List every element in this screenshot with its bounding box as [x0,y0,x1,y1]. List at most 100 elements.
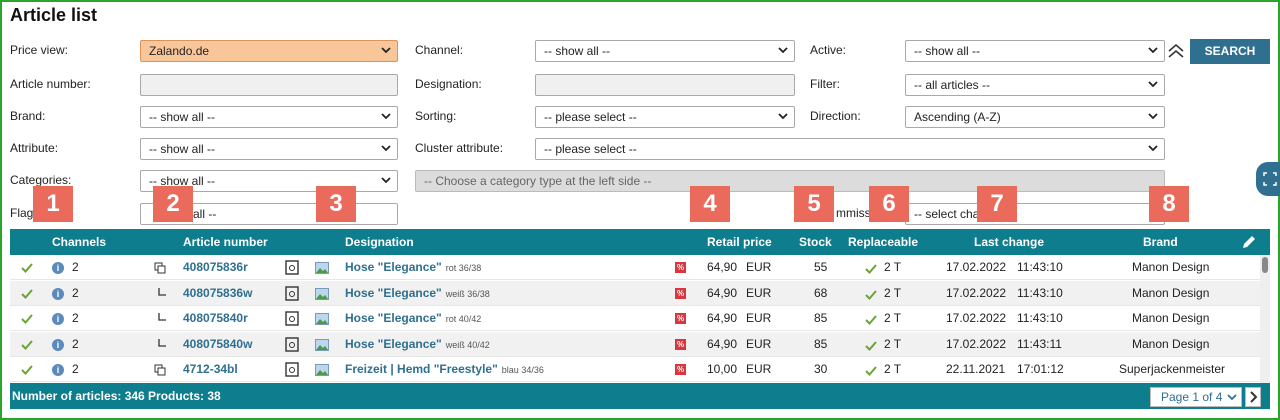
article-number-link[interactable]: 408075840r [183,311,248,325]
filter-select[interactable]: -- all articles -- [905,74,1165,96]
currency: EUR [746,362,772,376]
channel-label: Channel: [415,43,464,57]
info-icon[interactable]: i [52,288,64,300]
active-label: Active: [810,43,847,57]
article-number-link[interactable]: 408075840w [183,337,252,351]
article-number-link[interactable]: 4712-34bl [183,362,238,376]
col-channels[interactable]: Channels [52,235,106,249]
table-row[interactable]: i 2 4712-34bl Freizeit | Hemd "Freestyle… [10,357,1260,382]
info-icon[interactable]: i [52,364,64,376]
col-article-number[interactable]: Article number [183,235,268,249]
category-type-select: -- Choose a category type at the left si… [415,170,1165,192]
cluster-attribute-select[interactable]: -- please select -- [535,138,1165,160]
stock-value: 55 [814,260,828,274]
page-title: Article list [10,5,98,25]
image-icon[interactable] [315,339,329,351]
col-designation[interactable]: Designation [345,235,414,249]
currency: EUR [746,311,772,325]
side-panel-tab[interactable] [1256,162,1280,196]
child-variant-icon [158,339,166,347]
annotation-badge-6: 6 [869,186,909,222]
document-icon[interactable] [285,337,299,352]
child-variant-icon [158,313,166,321]
check-icon [865,290,877,300]
image-icon[interactable] [315,288,329,300]
stock-value: 30 [814,362,828,376]
article-number-input[interactable] [140,74,398,96]
discount-icon: % [675,339,686,350]
document-icon[interactable] [285,311,299,326]
document-icon[interactable] [285,286,299,301]
check-icon [21,289,33,299]
search-button[interactable]: SEARCH [1190,39,1270,64]
table-row[interactable]: i 2 408075840r Hose "Elegance" rot 40/42 … [10,306,1260,331]
annotation-badge-4: 4 [690,186,730,222]
document-icon[interactable] [285,362,299,377]
designation-link[interactable]: Hose "Elegance" rot 40/42 [345,311,481,325]
brand-select[interactable]: -- show all -- [140,106,398,128]
col-brand[interactable]: Brand [1143,235,1178,249]
discount-icon: % [675,313,686,324]
col-last-change[interactable]: Last change [974,235,1044,249]
discount-icon: % [675,288,686,299]
commission-label: mmissi [836,206,874,220]
article-count: Number of articles: 346 Products: 38 [12,389,221,403]
table-row[interactable]: i 2 408075836w Hose "Elegance" weiß 36/38… [10,281,1260,306]
designation-link[interactable]: Hose "Elegance" weiß 40/42 [345,337,490,351]
attribute-label: Attribute: [10,141,59,155]
attribute-select[interactable]: -- show all -- [140,138,398,160]
image-icon[interactable] [315,364,329,376]
brand-label: Brand: [10,109,46,123]
info-icon[interactable]: i [52,262,64,274]
direction-label: Direction: [810,109,861,123]
price-view-select[interactable]: Zalando.de [140,40,398,62]
channels-count: 2 [72,311,79,325]
chevron-down-icon [1227,394,1237,401]
channel-select[interactable]: -- show all -- [535,40,795,62]
retail-price: 64,90 [707,311,738,325]
direction-select[interactable]: Ascending (A-Z) [905,106,1165,128]
col-stock[interactable]: Stock [799,235,832,249]
chevron-down-icon [778,47,788,54]
sorting-select[interactable]: -- please select -- [535,106,795,128]
table-scrollbar[interactable] [1260,255,1270,383]
next-page-button[interactable] [1245,387,1261,407]
scrollbar-thumb[interactable] [1262,257,1268,273]
discount-icon: % [675,364,686,375]
replaceable-value: 2 T [884,286,902,300]
col-retail-price[interactable]: Retail price [707,235,772,249]
image-icon[interactable] [315,313,329,325]
article-table-body: i 2 408075836r Hose "Elegance" rot 36/38 … [10,255,1260,383]
check-icon [21,340,33,350]
commission-select[interactable]: -- select cha [905,203,1165,225]
categories-label: Categories: [10,173,72,187]
info-icon[interactable]: i [52,339,64,351]
pencil-icon[interactable] [1240,233,1258,251]
designation-link[interactable]: Hose "Elegance" weiß 36/38 [345,286,490,300]
col-replaceable[interactable]: Replaceable [848,235,918,249]
info-icon[interactable]: i [52,313,64,325]
active-select[interactable]: -- show all -- [905,40,1165,62]
stock-value: 68 [814,286,828,300]
document-icon[interactable] [285,260,299,275]
currency: EUR [746,337,772,351]
chevron-right-icon [1250,391,1258,403]
flag-label: Flag [10,206,34,220]
image-icon[interactable] [315,262,329,274]
last-change-time: 11:43:10 [1017,311,1063,325]
channels-count: 2 [72,286,79,300]
currency: EUR [746,260,772,274]
table-row[interactable]: i 2 408075840w Hose "Elegance" weiß 40/42… [10,332,1260,357]
stock-value: 85 [814,311,828,325]
designation-link[interactable]: Freizeit | Hemd "Freestyle" blau 34/36 [345,362,544,376]
page-select[interactable]: Page 1 of 4 [1150,387,1242,407]
annotation-badge-2: 2 [153,186,193,222]
designation-input[interactable] [535,74,795,96]
article-number-link[interactable]: 408075836w [183,286,252,300]
brand-value: Manon Design [1132,260,1210,274]
designation-link[interactable]: Hose "Elegance" rot 36/38 [345,260,481,274]
article-number-link[interactable]: 408075836r [183,260,248,274]
table-row[interactable]: i 2 408075836r Hose "Elegance" rot 36/38 … [10,255,1260,280]
check-icon [865,341,877,351]
collapse-up-icon[interactable] [1166,42,1186,60]
